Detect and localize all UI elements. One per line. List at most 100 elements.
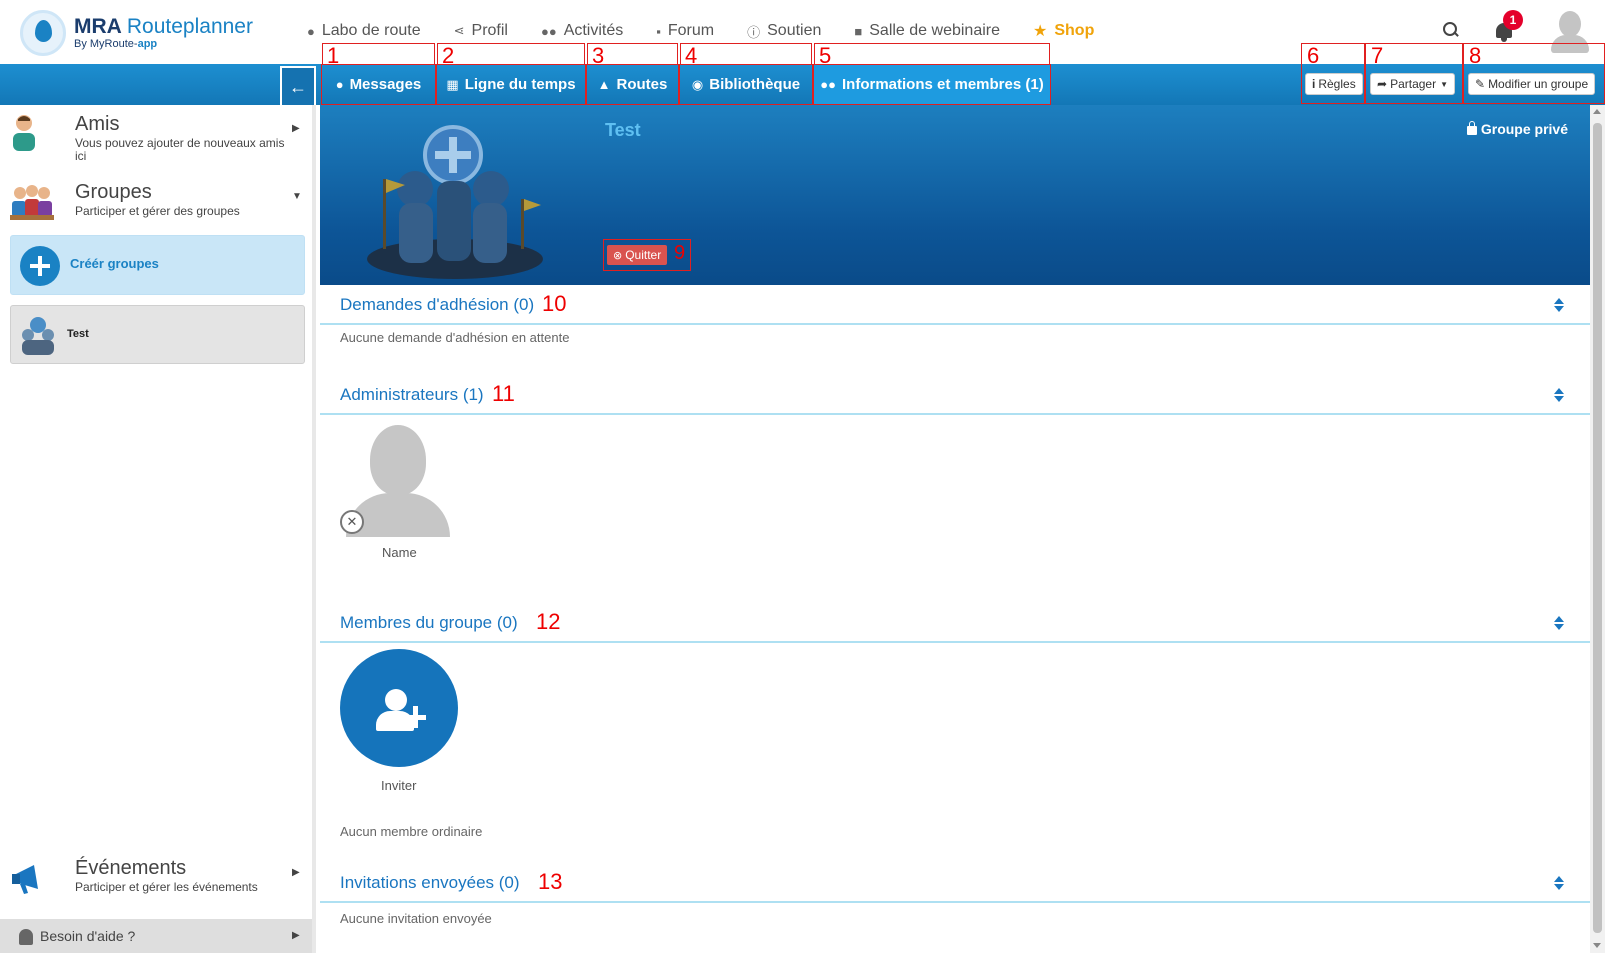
section-header-admins[interactable]: Administrateurs (1) 11 (320, 375, 1590, 415)
group-info-panel: Test Groupe privé ⊗ Quitter 9 Demandes d… (320, 105, 1590, 953)
sidebar-subtitle: Vous pouvez ajouter de nouveaux amis ici (75, 136, 285, 163)
collapse-sidebar-button[interactable]: ← (280, 66, 316, 106)
main-scrollbar[interactable] (1590, 105, 1605, 953)
annotation-number: 2 (442, 43, 455, 68)
lock-icon (1466, 120, 1477, 135)
scrollbar-thumb[interactable] (1593, 123, 1602, 933)
invite-member-button[interactable] (340, 649, 458, 767)
edit-group-label: Modifier un groupe (1488, 77, 1589, 91)
info-icon: i (1312, 77, 1316, 91)
caret-down-icon: ▼ (1440, 79, 1449, 89)
tab-messages[interactable]: 1 ● Messages (321, 43, 436, 105)
empty-message: Aucun membre ordinaire (340, 824, 483, 839)
nav-profil[interactable]: ⋖ Profil (454, 19, 508, 43)
section-header-members[interactable]: Membres du groupe (0) 12 (320, 603, 1590, 643)
scroll-up-icon[interactable] (1593, 109, 1601, 114)
sidebar-subtitle: Participer et gérer des groupes (75, 204, 240, 218)
create-group-label: Créér groupes (70, 256, 159, 271)
globe-icon: ◉ (691, 76, 704, 92)
sort-icon[interactable] (1554, 616, 1564, 630)
tab-label: Messages (349, 76, 422, 93)
nav-labo-de-route[interactable]: ● Labo de route (307, 19, 421, 43)
nav-forum[interactable]: ▪ Forum (656, 19, 714, 43)
sidebar-subtitle: Participer et gérer les événements (75, 880, 258, 894)
tab-routes[interactable]: 3 ▲ Routes (586, 43, 679, 105)
tab-informations-et-membres[interactable]: 5 ●● Informations et membres (1) (813, 43, 1051, 105)
annotation-number: 10 (542, 291, 567, 316)
help-label: Besoin d'aide ? (40, 928, 136, 944)
friend-icon (13, 115, 35, 151)
road-icon: ▲ (597, 77, 611, 92)
nav-salle-de-webinaire[interactable]: ■ Salle de webinaire (854, 19, 1000, 43)
sidebar-title: Événements (75, 857, 187, 879)
app-logo[interactable]: MRA Routeplanner By MyRoute-app (20, 9, 260, 57)
users-icon: ●● (540, 23, 557, 39)
user-plus-icon (385, 689, 407, 711)
edit-icon: ✎ (1475, 77, 1486, 91)
plus-circle-icon (20, 246, 60, 286)
info-circle-icon: ⓘ (747, 24, 761, 40)
group-name: Test (605, 120, 641, 140)
help-section[interactable]: Besoin d'aide ? ▶ (0, 919, 312, 953)
app-root: MRA Routeplanner By MyRoute-app ● Labo d… (0, 0, 1605, 953)
sort-icon[interactable] (1554, 876, 1564, 890)
sidebar-item-amis[interactable]: Amis Vous pouvez ajouter de nouveaux ami… (0, 105, 312, 167)
calendar-icon: ▦ (446, 76, 459, 92)
tab-label: Informations et membres (1) (842, 76, 1044, 93)
section-title: Membres du groupe (0) (340, 613, 518, 632)
scroll-down-icon[interactable] (1593, 943, 1601, 948)
quit-group-button[interactable]: ⊗ Quitter (607, 245, 668, 265)
sidebar-item-groupes[interactable]: Groupes Participer et gérer des groupes … (0, 173, 312, 235)
section-header-requests[interactable]: Demandes d'adhésion (0) 10 (320, 285, 1590, 325)
tab-bibliotheque[interactable]: 4 ◉ Bibliothèque (679, 43, 813, 105)
create-group-button[interactable]: Créér groupes (10, 235, 305, 295)
annotation-number: 4 (685, 43, 698, 68)
nav-label: Activités (563, 22, 624, 39)
star-icon: ★ (1033, 23, 1048, 40)
group-header: Test Groupe privé ⊗ Quitter 9 (320, 105, 1590, 285)
annotation-number: 1 (327, 43, 340, 68)
share-icon: ⋖ (453, 23, 465, 38)
notification-badge: 1 (1503, 10, 1523, 30)
rules-button[interactable]: i Règles (1305, 73, 1363, 95)
tab-label: Bibliothèque (709, 76, 801, 93)
annotation-number: 11 (492, 381, 515, 406)
section-title: Demandes d'adhésion (0) (340, 295, 535, 314)
groups-icon (10, 185, 54, 220)
sort-icon[interactable] (1554, 298, 1564, 312)
tab-ligne-du-temps[interactable]: 2 ▦ Ligne du temps (436, 43, 586, 105)
remove-admin-icon[interactable]: ✕ (340, 510, 364, 534)
nav-label: Salle de webinaire (869, 22, 1000, 39)
chevron-right-icon: ▶ (292, 930, 300, 941)
rules-button-frame: 6 i Règles (1301, 43, 1365, 104)
section-title: Administrateurs (1) (340, 385, 484, 404)
sort-icon[interactable] (1554, 388, 1564, 402)
logo-sub-bold: app (137, 38, 158, 50)
nav-label: Soutien (767, 22, 822, 39)
map-marker-icon: ● (307, 23, 315, 39)
nav-shop[interactable]: ★ Shop (1033, 19, 1094, 43)
share-button[interactable]: ➦ Partager ▼ (1370, 73, 1456, 95)
group-thumbnail (22, 317, 54, 355)
group-tabs: 1 ● Messages 2 ▦ Ligne du temps 3 ▲ Rout… (321, 43, 1051, 105)
nav-activites[interactable]: ●● Activités (541, 19, 623, 43)
quit-button-frame: ⊗ Quitter 9 (603, 239, 691, 271)
sidebar-group-item[interactable]: Test (10, 305, 305, 364)
share-label: Partager (1390, 77, 1437, 91)
sidebar-item-evenements[interactable]: Événements Participer et gérer les événe… (0, 849, 312, 911)
annotation-number: 6 (1307, 43, 1320, 68)
comments-icon: ● (335, 77, 344, 92)
search-icon[interactable] (1443, 22, 1459, 38)
privacy-badge: Groupe privé (1466, 120, 1568, 137)
help-icon (19, 929, 33, 945)
edit-group-button[interactable]: ✎ Modifier un groupe (1468, 73, 1596, 95)
logo-sub-prefix: By MyRoute- (74, 38, 138, 50)
nav-label: Forum (667, 22, 715, 39)
section-header-invitations[interactable]: Invitations envoyées (0) 13 (320, 863, 1590, 903)
annotation-number: 12 (536, 609, 561, 634)
nav-soutien[interactable]: ⓘ Soutien (747, 19, 821, 43)
nav-label: Shop (1054, 22, 1095, 39)
users-icon: ●● (820, 77, 836, 92)
annotation-number: 3 (592, 43, 605, 68)
arrow-left-icon: ← (289, 76, 307, 97)
